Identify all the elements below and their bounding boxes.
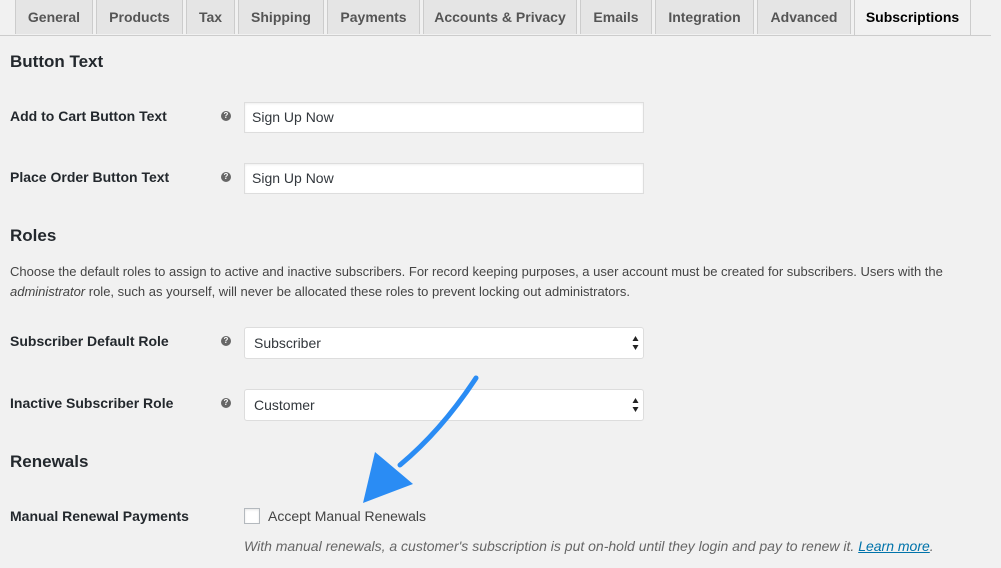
learn-more-link[interactable]: Learn more <box>858 538 930 554</box>
help-icon[interactable]: ? <box>221 111 231 121</box>
tab-payments[interactable]: Payments <box>327 0 420 34</box>
tab-subscriptions[interactable]: Subscriptions <box>854 0 971 35</box>
manual-renewal-payments-label: Manual Renewal Payments <box>10 508 189 524</box>
add-to-cart-text-input[interactable]: Sign Up Now <box>244 102 644 133</box>
manual-renewals-note: With manual renewals, a customer's subsc… <box>244 538 934 554</box>
manual-renewals-note-end: . <box>929 538 934 554</box>
tab-general[interactable]: General <box>15 0 93 34</box>
tab-products[interactable]: Products <box>96 0 183 34</box>
inactive-subscriber-role-label: Inactive Subscriber Role <box>10 395 174 411</box>
add-to-cart-label: Add to Cart Button Text <box>10 108 167 124</box>
roles-description-text: Choose the default roles to assign to ac… <box>10 264 943 279</box>
section-heading-renewals: Renewals <box>10 452 89 471</box>
tab-accounts-privacy[interactable]: Accounts & Privacy <box>423 0 577 34</box>
tab-emails[interactable]: Emails <box>580 0 652 34</box>
section-heading-button-text: Button Text <box>10 52 104 71</box>
annotation-arrow-icon <box>363 375 479 503</box>
accept-manual-renewals-checkbox[interactable] <box>244 508 260 524</box>
accept-manual-renewals-label[interactable]: Accept Manual Renewals <box>268 508 426 524</box>
section-heading-roles: Roles <box>10 226 57 245</box>
place-order-text-input[interactable]: Sign Up Now <box>244 163 644 194</box>
settings-tabs: General Products Tax Shipping Payments A… <box>0 0 991 36</box>
roles-description: Choose the default roles to assign to ac… <box>10 262 990 302</box>
roles-description-emphasis: administrator <box>10 284 86 299</box>
subscriber-default-role-label: Subscriber Default Role <box>10 333 169 349</box>
tab-integration[interactable]: Integration <box>655 0 754 34</box>
select-arrows-icon <box>632 398 639 412</box>
select-value: Subscriber <box>254 335 321 351</box>
place-order-label: Place Order Button Text <box>10 169 170 185</box>
help-icon[interactable]: ? <box>221 398 231 408</box>
tab-advanced[interactable]: Advanced <box>757 0 851 34</box>
roles-description-text-end: role, such as yourself, will never be al… <box>85 284 630 299</box>
tab-shipping[interactable]: Shipping <box>238 0 324 34</box>
help-icon[interactable]: ? <box>221 336 231 346</box>
manual-renewals-note-text: With manual renewals, a customer's subsc… <box>244 538 859 554</box>
select-value: Customer <box>254 397 315 413</box>
subscriber-default-role-select[interactable]: Subscriber <box>244 327 644 359</box>
tab-tax[interactable]: Tax <box>186 0 235 34</box>
select-arrows-icon <box>632 336 639 350</box>
help-icon[interactable]: ? <box>221 172 231 182</box>
